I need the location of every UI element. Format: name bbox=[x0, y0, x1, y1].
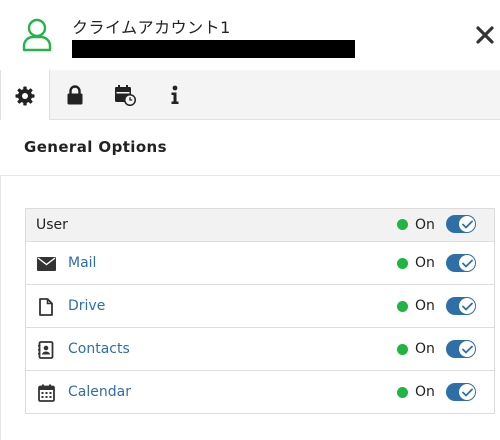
check-icon bbox=[461, 345, 473, 353]
status-text: On bbox=[415, 341, 435, 357]
calendar-clock-icon bbox=[115, 85, 136, 106]
toggle-knob bbox=[459, 298, 475, 314]
option-label-calendar[interactable]: Calendar bbox=[68, 384, 131, 400]
option-label-mail[interactable]: Mail bbox=[68, 255, 96, 271]
toggle-knob bbox=[459, 341, 475, 357]
option-label-contacts[interactable]: Contacts bbox=[68, 341, 130, 357]
tab-bar bbox=[0, 70, 500, 121]
redacted-email bbox=[72, 40, 355, 58]
account-header: クライムアカウント1 bbox=[0, 0, 500, 70]
status-text: On bbox=[415, 384, 435, 400]
gear-icon bbox=[15, 86, 35, 105]
contacts-toggle[interactable] bbox=[446, 340, 476, 358]
toggle-knob bbox=[459, 255, 475, 271]
status-indicator bbox=[397, 344, 408, 355]
lock-icon bbox=[67, 85, 83, 105]
status-text: On bbox=[415, 298, 435, 314]
section-title: General Options bbox=[24, 138, 167, 156]
info-icon bbox=[171, 85, 179, 104]
general-options-panel: General Options User On Mail On Drive On… bbox=[0, 120, 500, 440]
options-table: User On Mail On Drive On Contacts On Cal… bbox=[25, 208, 495, 414]
tab-settings[interactable] bbox=[0, 70, 50, 121]
option-label-user: User bbox=[36, 217, 68, 233]
toggle-knob bbox=[459, 384, 475, 400]
section-divider bbox=[0, 175, 500, 176]
file-icon bbox=[36, 297, 56, 317]
mail-toggle[interactable] bbox=[446, 254, 476, 272]
address-book-icon bbox=[36, 340, 56, 360]
user-avatar-icon bbox=[22, 18, 52, 52]
status-indicator bbox=[397, 301, 408, 312]
check-icon bbox=[461, 220, 473, 228]
status-indicator bbox=[397, 387, 408, 398]
status-indicator bbox=[397, 258, 408, 269]
tab-schedule[interactable] bbox=[100, 70, 150, 120]
calendar-icon bbox=[36, 383, 56, 403]
account-name: クライムアカウント1 bbox=[72, 18, 231, 37]
option-row-user: User On bbox=[26, 209, 494, 241]
close-icon[interactable] bbox=[472, 22, 498, 48]
drive-toggle[interactable] bbox=[446, 297, 476, 315]
toggle-knob bbox=[459, 216, 475, 232]
mail-icon bbox=[36, 254, 56, 274]
status-text: On bbox=[415, 255, 435, 271]
check-icon bbox=[461, 388, 473, 396]
panel-edge bbox=[0, 176, 1, 440]
option-row-calendar: Calendar On bbox=[26, 370, 494, 413]
tab-security[interactable] bbox=[50, 70, 100, 120]
option-row-contacts: Contacts On bbox=[26, 327, 494, 370]
status-text: On bbox=[415, 217, 435, 233]
tab-info[interactable] bbox=[150, 70, 200, 120]
status-indicator bbox=[397, 219, 408, 230]
option-row-mail: Mail On bbox=[26, 241, 494, 284]
check-icon bbox=[461, 302, 473, 310]
option-row-drive: Drive On bbox=[26, 284, 494, 327]
check-icon bbox=[461, 259, 473, 267]
calendar-toggle[interactable] bbox=[446, 383, 476, 401]
user-toggle[interactable] bbox=[446, 215, 476, 233]
option-label-drive[interactable]: Drive bbox=[68, 298, 105, 314]
